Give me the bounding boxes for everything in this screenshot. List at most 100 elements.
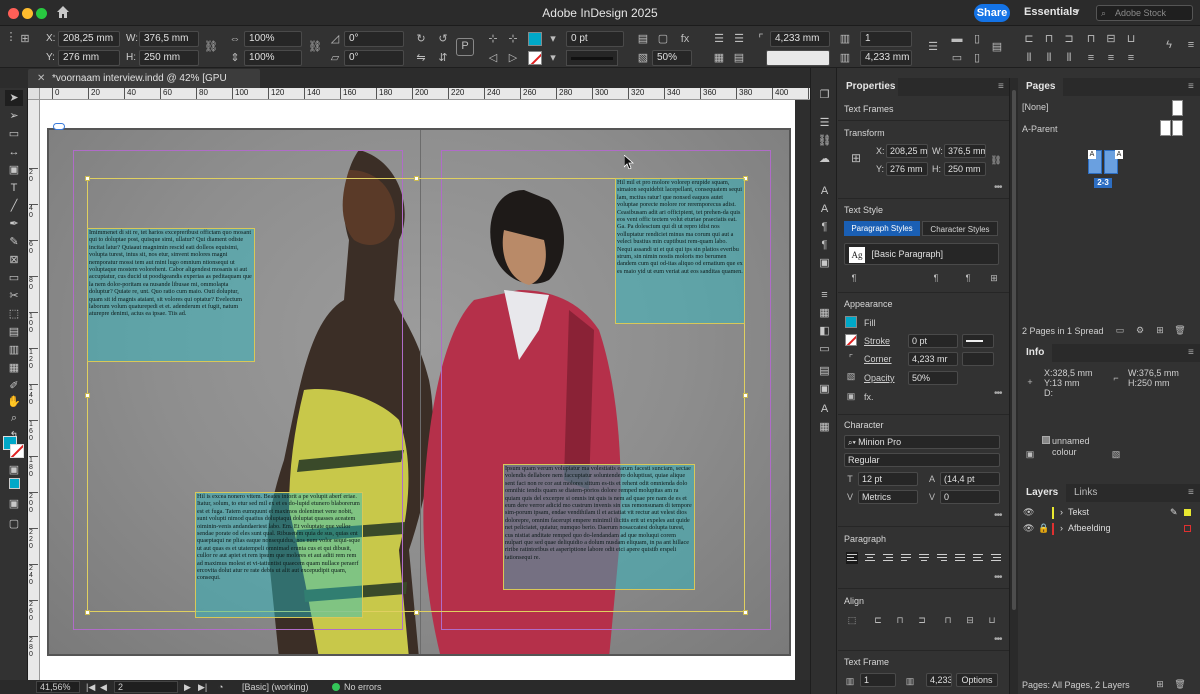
reference-point-icon[interactable]: ⊞: [18, 32, 32, 46]
align-left-edges-icon[interactable]: ⊏: [1022, 32, 1036, 46]
none-master-thumb[interactable]: [1172, 100, 1183, 116]
vertical-justify-icon[interactable]: ▯: [970, 32, 984, 46]
apply-color-icon[interactable]: [5, 478, 23, 494]
page-field[interactable]: 2: [114, 681, 178, 693]
align-vertical-centers-icon[interactable]: ⊟: [1104, 32, 1118, 46]
text-wrap-icon[interactable]: ▤: [636, 32, 650, 46]
fill-swatch[interactable]: [528, 32, 542, 46]
fill-dropdown-icon[interactable]: ▾: [546, 32, 560, 46]
tracking-field[interactable]: 0: [940, 490, 1000, 504]
baseline-icon[interactable]: ▤: [990, 40, 1004, 54]
leading-field[interactable]: (14,4 pt: [940, 472, 1000, 486]
rectangle-tool-icon[interactable]: ▭: [5, 270, 23, 286]
y-field[interactable]: 276 mm: [58, 50, 120, 66]
gutter-field[interactable]: 4,233 mm: [860, 50, 912, 66]
justify-all-icon[interactable]: [954, 552, 966, 564]
resize-handle[interactable]: [85, 393, 90, 398]
pages-tab[interactable]: Pages: [1018, 78, 1064, 96]
align-to-selection-icon[interactable]: ⬚: [846, 614, 858, 626]
cc-libraries-icon[interactable]: ☁: [817, 152, 832, 167]
layers-tab[interactable]: Layers: [1018, 484, 1067, 502]
text-frame-options-icon[interactable]: ▦: [712, 51, 726, 65]
pencil-tool-icon[interactable]: ✎: [5, 234, 23, 250]
constrain-proportions-icon[interactable]: ⛓: [204, 40, 218, 54]
text-frame-left-bottom[interactable]: Hil is excea nonero vitem. Beates intori…: [195, 492, 363, 618]
content-collector-icon[interactable]: ▣: [5, 162, 23, 178]
stroke-type-selector[interactable]: [566, 50, 618, 66]
paragraph-styles-icon[interactable]: ¶: [817, 238, 832, 253]
type-tool-icon[interactable]: T: [5, 180, 23, 196]
y-field[interactable]: 276 mm: [886, 162, 928, 176]
stroke-color-box[interactable]: [10, 444, 24, 458]
text-frame-right-bottom[interactable]: Ipsum quam verum voluptatur ma volestiat…: [503, 464, 695, 590]
align-right-edges-icon[interactable]: ⊐: [1062, 32, 1076, 46]
open-page-icon[interactable]: ◔: [218, 682, 223, 692]
gradient-panel-icon[interactable]: ▭: [817, 342, 832, 357]
stroke-panel-icon[interactable]: ≡: [817, 288, 832, 303]
justify-right-icon[interactable]: [936, 552, 948, 564]
layer-row-tekst[interactable]: 👁 › Tekst ✎: [1018, 505, 1200, 520]
opacity-field[interactable]: 50%: [908, 371, 958, 385]
columns-field[interactable]: 1: [860, 31, 912, 47]
stroke-weight-field[interactable]: 0 pt: [566, 31, 624, 47]
preflight-profile[interactable]: [Basic] (working): [242, 682, 309, 692]
control-menu-icon[interactable]: ≡: [1184, 38, 1198, 52]
align-bottom-edges-icon[interactable]: ⊔: [1124, 32, 1138, 46]
properties-tab[interactable]: Properties: [838, 78, 898, 96]
resize-handle[interactable]: [85, 176, 90, 181]
layers-panel-icon[interactable]: ☰: [817, 116, 832, 131]
stroke-swatch[interactable]: [528, 51, 542, 65]
stroke-label[interactable]: Stroke: [864, 336, 890, 346]
align-right-icon[interactable]: [882, 552, 894, 564]
align-toward-spine-icon[interactable]: [972, 552, 984, 564]
pages-panel-icon[interactable]: ❐: [817, 88, 832, 103]
rotation-field[interactable]: 0°: [344, 31, 404, 47]
opacity-label[interactable]: Opacity: [864, 373, 895, 383]
reference-p-icon[interactable]: P: [456, 38, 474, 56]
gradient-tool-icon[interactable]: ▤: [5, 324, 23, 340]
swatches-panel-icon[interactable]: ▦: [817, 306, 832, 321]
scissors-tool-icon[interactable]: ✂: [5, 288, 23, 304]
more-options-icon[interactable]: •••: [994, 572, 1002, 583]
constrain-scale-icon[interactable]: ⛓: [308, 40, 322, 54]
stroke-type-dropdown[interactable]: [962, 334, 994, 348]
home-icon[interactable]: [55, 4, 71, 20]
flip-vertical-icon[interactable]: ⇵: [436, 51, 450, 65]
distribute-left-icon[interactable]: ⫴: [1022, 51, 1036, 65]
reference-point-icon[interactable]: ⊞: [848, 152, 864, 168]
character-styles-icon[interactable]: A: [817, 202, 832, 217]
paragraph-style-dropdown[interactable]: Ag [Basic Paragraph]: [844, 243, 999, 265]
scale-x-field[interactable]: 100%: [244, 31, 302, 47]
new-style-icon[interactable]: ⊞: [988, 272, 1000, 284]
ruler-origin[interactable]: [28, 88, 40, 100]
shear-field[interactable]: 0°: [344, 50, 404, 66]
align-top-text-icon[interactable]: ☰: [712, 32, 726, 46]
parent-page-left-thumb[interactable]: [1160, 120, 1171, 136]
links-tab[interactable]: Links: [1066, 484, 1105, 502]
corner-shape-selector[interactable]: [766, 50, 830, 66]
justify-center-icon[interactable]: [918, 552, 930, 564]
info-tab[interactable]: Info: [1018, 344, 1053, 362]
span-columns-icon[interactable]: ▬: [950, 32, 964, 46]
autofit-icon[interactable]: ▤: [732, 51, 746, 65]
x-field[interactable]: 208,25 mm: [58, 31, 120, 47]
properties-scroll-thumb[interactable]: [1012, 90, 1016, 610]
justify-left-icon[interactable]: [900, 552, 912, 564]
free-transform-tool-icon[interactable]: ⬚: [5, 306, 23, 322]
more-options-icon[interactable]: •••: [994, 510, 1002, 521]
tf-columns-field[interactable]: 1: [860, 673, 896, 687]
corner-options-icon[interactable]: ⌜: [754, 32, 768, 46]
edit-page-icon[interactable]: ⚙: [1134, 324, 1146, 336]
paragraph-mark-icon[interactable]: ¶: [848, 272, 860, 284]
a-parent[interactable]: A-Parent: [1022, 124, 1058, 134]
split-columns-icon[interactable]: ▭: [950, 51, 964, 65]
object-styles-icon[interactable]: ▣: [817, 382, 832, 397]
hand-tool-icon[interactable]: ✋: [5, 394, 23, 410]
resize-handle[interactable]: [414, 610, 419, 615]
color-panel-icon[interactable]: ◧: [817, 324, 832, 339]
workspace-switcher[interactable]: Essentials: [1024, 6, 1078, 18]
tf-gutter-field[interactable]: 4,233: [926, 673, 952, 687]
spread[interactable]: Imimmenet di sit re, tet harios exceprer…: [47, 128, 791, 656]
fill-swatch[interactable]: [845, 316, 857, 328]
kerning-field[interactable]: Metrics: [858, 490, 918, 504]
